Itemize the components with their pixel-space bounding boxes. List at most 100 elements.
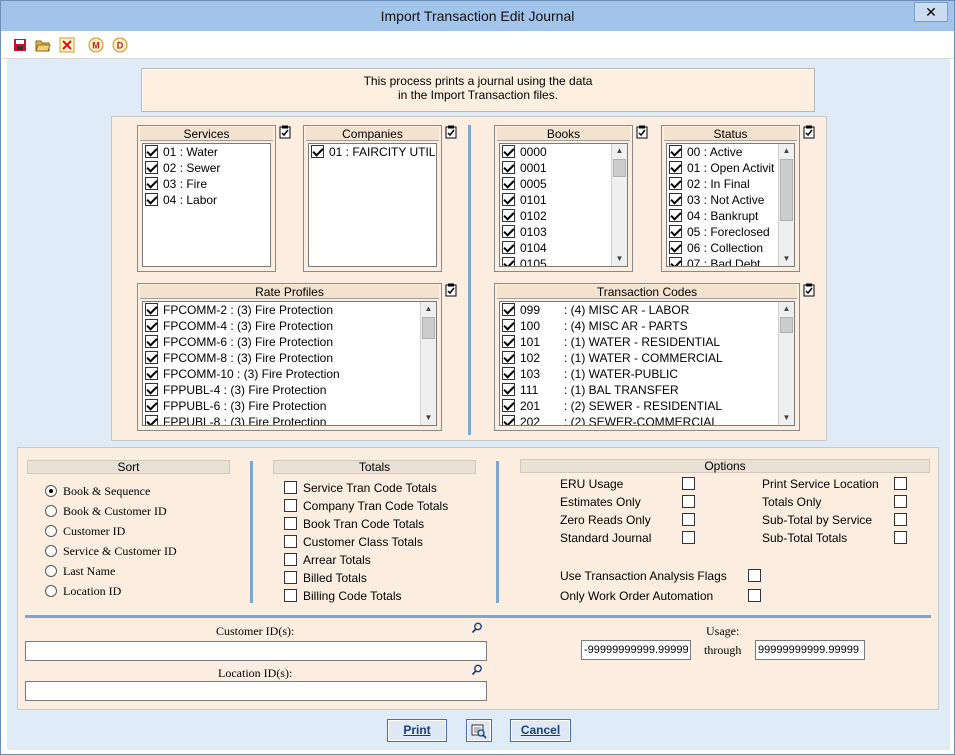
list-item[interactable]: 01 : FAIRCITY UTIL	[309, 144, 436, 160]
checkbox[interactable]	[145, 383, 158, 396]
list-item[interactable]: 0005	[500, 176, 627, 192]
list-item[interactable]: 02 : Sewer	[143, 160, 270, 176]
services-list[interactable]: 01 : Water 02 : Sewer 03 : Fire 04 : Lab…	[142, 143, 271, 267]
list-item[interactable]: 0103	[500, 224, 627, 240]
list-item[interactable]: FPCOMM-2 : (3) Fire Protection	[143, 302, 436, 318]
totals-option[interactable]: Customer Class Totals	[284, 535, 423, 549]
checkbox[interactable]	[502, 257, 515, 266]
sort-option[interactable]: Customer ID	[45, 524, 125, 538]
companies-list[interactable]: 01 : FAIRCITY UTIL	[308, 143, 437, 267]
list-item[interactable]: 100: (4) MISC AR - PARTS	[500, 318, 794, 334]
list-item[interactable]: 0000	[500, 144, 627, 160]
checkbox[interactable]	[669, 257, 682, 266]
checkbox[interactable]	[682, 531, 695, 544]
scroll-up-icon[interactable]: ▲	[779, 144, 794, 158]
radio-button[interactable]	[45, 525, 57, 537]
list-item[interactable]: 0001	[500, 160, 627, 176]
totals-option[interactable]: Billing Code Totals	[284, 589, 402, 603]
checkbox[interactable]	[748, 569, 761, 582]
checkbox[interactable]	[502, 241, 515, 254]
radio-button[interactable]	[45, 585, 57, 597]
checkbox[interactable]	[502, 415, 515, 425]
list-item[interactable]: 101: (1) WATER - RESIDENTIAL	[500, 334, 794, 350]
list-item[interactable]: 0105	[500, 256, 627, 266]
checkbox[interactable]	[669, 161, 682, 174]
status-scrollbar[interactable]: ▲ ▼	[778, 144, 794, 266]
scroll-thumb[interactable]	[780, 159, 793, 221]
m-circle-icon[interactable]: M	[88, 37, 104, 53]
rate-profiles-list[interactable]: FPCOMM-2 : (3) Fire Protection FPCOMM-4 …	[142, 301, 437, 426]
totals-option[interactable]: Service Tran Code Totals	[284, 481, 437, 495]
list-item[interactable]: 103: (1) WATER-PUBLIC	[500, 366, 794, 382]
checkbox[interactable]	[502, 303, 515, 316]
list-item[interactable]: FPPUBL-6 : (3) Fire Protection	[143, 398, 436, 414]
list-item[interactable]: FPPUBL-4 : (3) Fire Protection	[143, 382, 436, 398]
checkbox[interactable]	[502, 161, 515, 174]
usage-to-input[interactable]: 99999999999.99999	[755, 640, 865, 660]
scroll-thumb[interactable]	[613, 159, 626, 177]
checkbox[interactable]	[894, 531, 907, 544]
list-item[interactable]: 0102	[500, 208, 627, 224]
checkbox[interactable]	[284, 499, 297, 512]
checkbox[interactable]	[669, 241, 682, 254]
search-icon[interactable]	[471, 622, 483, 634]
list-item[interactable]: 111: (1) BAL TRANSFER	[500, 382, 794, 398]
scroll-down-icon[interactable]: ▼	[612, 252, 627, 266]
checkbox[interactable]	[669, 177, 682, 190]
checkbox[interactable]	[502, 367, 515, 380]
select-all-clipboard-icon[interactable]	[278, 125, 292, 139]
checkbox[interactable]	[682, 477, 695, 490]
open-folder-icon[interactable]	[35, 37, 51, 53]
usage-from-input[interactable]: -99999999999.99999	[581, 640, 691, 660]
checkbox[interactable]	[502, 225, 515, 238]
list-item[interactable]: 0104	[500, 240, 627, 256]
scroll-down-icon[interactable]: ▼	[779, 252, 794, 266]
checkbox[interactable]	[145, 351, 158, 364]
print-button[interactable]: Print	[387, 719, 447, 742]
checkbox[interactable]	[145, 399, 158, 412]
delete-icon[interactable]	[59, 37, 75, 53]
select-all-clipboard-icon[interactable]	[802, 125, 816, 139]
list-item[interactable]: 02 : In Final	[667, 176, 794, 192]
list-item[interactable]: 03 : Not Active	[667, 192, 794, 208]
list-item[interactable]: 102: (1) WATER - COMMERCIAL	[500, 350, 794, 366]
list-item[interactable]: FPPUBL-8 : (3) Fire Protection	[143, 414, 436, 425]
list-item[interactable]: 01 : Water	[143, 144, 270, 160]
d-circle-icon[interactable]: D	[112, 37, 128, 53]
checkbox[interactable]	[669, 225, 682, 238]
radio-button[interactable]	[45, 565, 57, 577]
checkbox[interactable]	[311, 145, 324, 158]
scroll-thumb[interactable]	[780, 317, 793, 333]
checkbox[interactable]	[748, 589, 761, 602]
location-ids-input[interactable]	[25, 681, 487, 701]
sort-option[interactable]: Location ID	[45, 584, 121, 598]
list-item[interactable]: 099: (4) MISC AR - LABOR	[500, 302, 794, 318]
scroll-up-icon[interactable]: ▲	[779, 302, 794, 316]
checkbox[interactable]	[145, 415, 158, 425]
sort-option[interactable]: Service & Customer ID	[45, 544, 177, 558]
checkbox[interactable]	[669, 209, 682, 222]
checkbox[interactable]	[284, 553, 297, 566]
close-button[interactable]: ✕	[914, 2, 948, 22]
checkbox[interactable]	[145, 177, 158, 190]
transaction-codes-list[interactable]: 099: (4) MISC AR - LABOR 100: (4) MISC A…	[499, 301, 795, 426]
checkbox[interactable]	[145, 145, 158, 158]
sort-option[interactable]: Last Name	[45, 564, 115, 578]
list-item[interactable]: 202: (2) SEWER-COMMERCIAL	[500, 414, 794, 425]
list-item[interactable]: 04 : Labor	[143, 192, 270, 208]
scroll-up-icon[interactable]: ▲	[421, 302, 436, 316]
totals-option[interactable]: Book Tran Code Totals	[284, 517, 424, 531]
save-icon[interactable]	[12, 37, 28, 53]
list-item[interactable]: FPCOMM-4 : (3) Fire Protection	[143, 318, 436, 334]
cancel-button[interactable]: Cancel	[510, 719, 571, 742]
checkbox[interactable]	[502, 335, 515, 348]
totals-option[interactable]: Company Tran Code Totals	[284, 499, 448, 513]
checkbox[interactable]	[284, 481, 297, 494]
list-item[interactable]: 00 : Active	[667, 144, 794, 160]
checkbox[interactable]	[502, 319, 515, 332]
list-item[interactable]: 201: (2) SEWER - RESIDENTIAL	[500, 398, 794, 414]
books-scrollbar[interactable]: ▲ ▼	[611, 144, 627, 266]
checkbox[interactable]	[284, 517, 297, 530]
checkbox[interactable]	[502, 177, 515, 190]
print-preview-button[interactable]	[466, 719, 492, 742]
